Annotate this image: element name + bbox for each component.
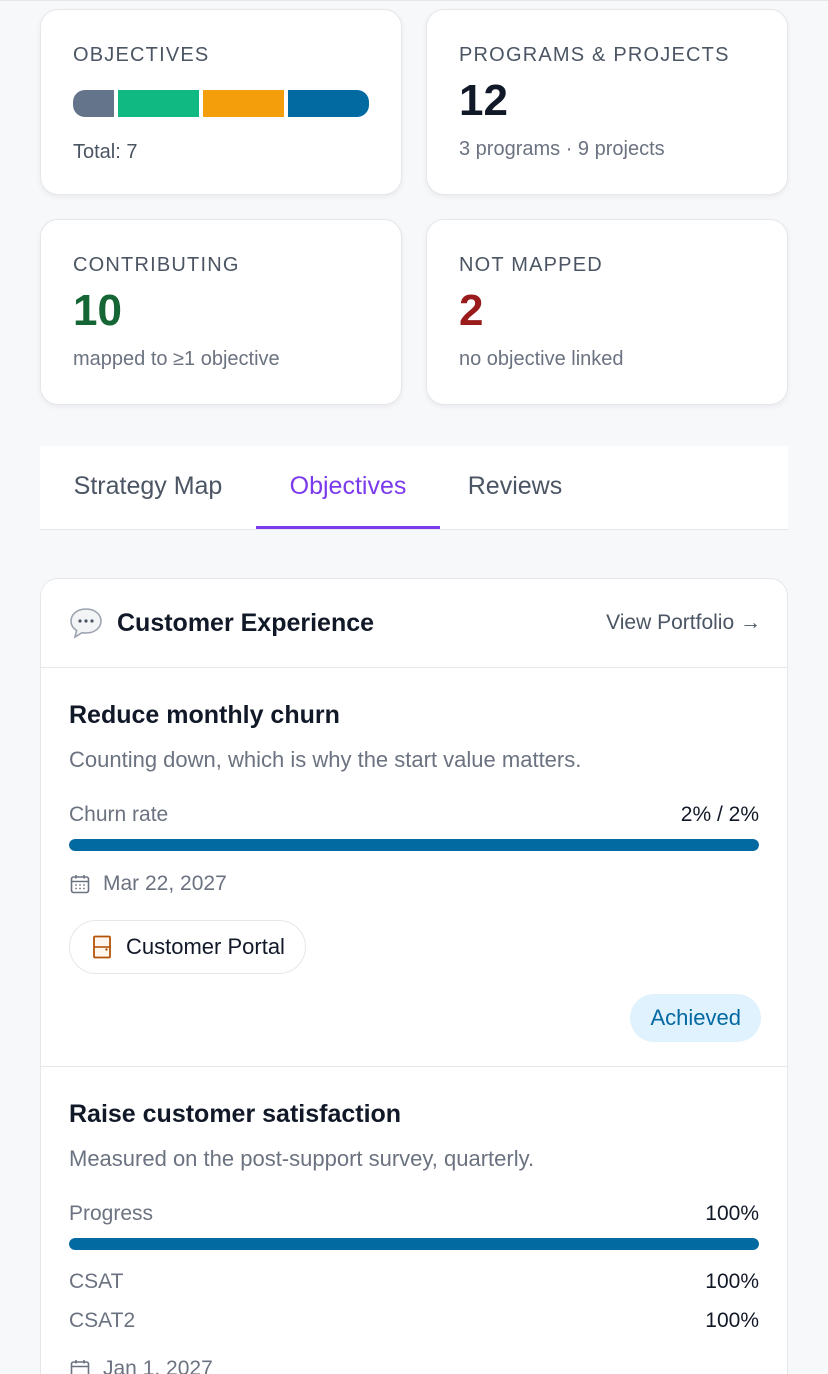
key-result-value: 100% <box>705 1270 759 1293</box>
key-result-row: CSAT2 100% <box>69 1307 759 1335</box>
objective-title[interactable]: Raise customer satisfaction <box>69 1098 401 1130</box>
speech-bubble-icon <box>70 608 102 639</box>
objectives-status-segment <box>73 90 114 117</box>
tab-strategy-map[interactable]: Strategy Map <box>40 446 256 529</box>
stat-card-not-mapped: NOT MAPPED 2 no objective linked <box>426 219 788 405</box>
stat-label: NOT MAPPED <box>459 254 603 276</box>
objectives-status-bar <box>73 90 369 117</box>
date-text: Mar 22, 2027 <box>103 872 227 895</box>
portfolio-card: Customer Experience View Portfolio → Red… <box>40 578 788 1374</box>
stat-card-contributing: CONTRIBUTING 10 mapped to ≥1 objective <box>40 219 402 405</box>
project-chip-label: Customer Portal <box>126 934 285 959</box>
stat-card-objectives: OBJECTIVES Total: 7 <box>40 9 402 195</box>
metric-row: Churn rate 2% / 2% <box>69 801 759 829</box>
metric-label: Churn rate <box>69 803 169 826</box>
top-divider <box>0 0 828 1</box>
calendar-icon <box>70 875 90 894</box>
objective-description: Measured on the post-support survey, qua… <box>69 1146 535 1171</box>
metric-row: Progress 100% <box>69 1200 759 1228</box>
stat-subtitle: mapped to ≥1 objective <box>73 348 280 370</box>
objectives-status-segment <box>202 90 284 117</box>
objective-item: Reduce monthly churn Counting down, whic… <box>41 669 787 1067</box>
stat-value: 12 <box>459 76 508 125</box>
stat-value: 10 <box>73 286 122 335</box>
objectives-status-segment <box>287 90 369 117</box>
project-chip-customer-portal[interactable]: Customer Portal <box>69 920 306 974</box>
metric-label: Progress <box>69 1202 154 1225</box>
objective-description: Counting down, which is why the start va… <box>69 747 582 772</box>
view-portfolio-link[interactable]: View Portfolio → <box>606 609 761 637</box>
key-result-label: CSAT <box>69 1270 124 1293</box>
stat-label: PROGRAMS & PROJECTS <box>459 44 730 66</box>
metric-value: 100% <box>705 1202 759 1225</box>
objective-title[interactable]: Reduce monthly churn <box>69 699 340 731</box>
tab-reviews[interactable]: Reviews <box>440 446 590 529</box>
portfolio-title: Customer Experience <box>117 609 375 637</box>
door-icon <box>93 935 111 959</box>
progress-fill <box>69 1238 759 1250</box>
stat-subtitle: no objective linked <box>459 348 624 370</box>
key-result-value: 100% <box>705 1309 759 1332</box>
view-tabs: Strategy Map Objectives Reviews <box>40 446 788 530</box>
progress-bar <box>69 839 759 851</box>
stat-value: 2 <box>459 286 484 335</box>
stat-card-programs: PROGRAMS & PROJECTS 12 3 programs · 9 pr… <box>426 9 788 195</box>
objective-item: Raise customer satisfaction Measured on … <box>41 1068 787 1374</box>
date-text: Jan 1, 2027 <box>103 1357 213 1374</box>
objectives-status-segment <box>117 90 199 117</box>
progress-fill <box>69 839 759 851</box>
stat-subtitle: 3 programs · 9 projects <box>459 138 665 160</box>
portfolio-header: Customer Experience View Portfolio → <box>41 579 787 668</box>
metric-value: 2% / 2% <box>680 803 759 826</box>
status-badge: Achieved <box>630 994 761 1042</box>
key-result-label: CSAT2 <box>69 1309 136 1332</box>
objectives-total: Total: 7 <box>73 141 138 163</box>
tab-objectives[interactable]: Objectives <box>256 446 440 529</box>
stat-label: OBJECTIVES <box>73 44 210 66</box>
calendar-icon <box>70 1360 90 1374</box>
progress-bar <box>69 1238 759 1250</box>
key-result-row: CSAT 100% <box>69 1268 759 1296</box>
stat-label: CONTRIBUTING <box>73 254 240 276</box>
